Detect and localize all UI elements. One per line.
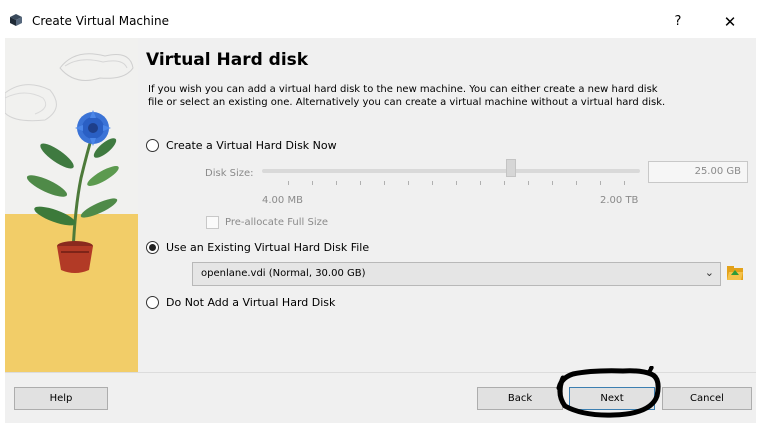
title-bar: Create Virtual Machine ? ✕ — [0, 0, 763, 38]
virtualbox-cube-icon — [10, 14, 22, 26]
plant-illustration — [5, 38, 138, 372]
existing-disk-selected: openlane.vdi (Normal, 30.00 GB) — [201, 268, 366, 279]
no-disk-label[interactable]: Do Not Add a Virtual Hard Disk — [166, 296, 335, 309]
preallocate-checkbox[interactable] — [206, 216, 219, 229]
disk-size-min-label: 4.00 MB — [262, 195, 303, 206]
folder-open-icon[interactable] — [726, 264, 744, 282]
help-button[interactable]: Help — [14, 387, 108, 410]
page-title: Virtual Hard disk — [146, 50, 309, 70]
disk-size-max-label: 2.00 TB — [600, 195, 639, 206]
disk-size-field[interactable]: 25.00 GB — [648, 161, 748, 183]
disk-size-slider-thumb[interactable] — [506, 159, 516, 177]
back-button[interactable]: Back — [477, 387, 563, 410]
wizard-illustration — [5, 38, 138, 372]
disk-size-slider-track[interactable] — [262, 169, 640, 173]
close-button[interactable]: ✕ — [720, 12, 740, 32]
hand-drawn-circle-annotation — [556, 366, 661, 418]
disk-size-value: 25.00 GB — [694, 166, 741, 177]
create-disk-radio[interactable] — [146, 139, 159, 152]
page-description: If you wish you can add a virtual hard d… — [148, 84, 666, 108]
existing-disk-dropdown[interactable]: openlane.vdi (Normal, 30.00 GB) ⌄ — [192, 262, 721, 286]
disk-size-label: Disk Size: — [205, 168, 254, 179]
chevron-down-icon: ⌄ — [704, 266, 714, 279]
wizard-content: Virtual Hard disk If you wish you can ad… — [138, 38, 756, 372]
help-title-button[interactable]: ? — [668, 12, 688, 32]
no-disk-radio[interactable] — [146, 296, 159, 309]
use-existing-label[interactable]: Use an Existing Virtual Hard Disk File — [166, 241, 369, 254]
window-title: Create Virtual Machine — [32, 14, 169, 28]
use-existing-radio[interactable] — [146, 241, 159, 254]
cancel-button[interactable]: Cancel — [662, 387, 752, 410]
create-disk-label[interactable]: Create a Virtual Hard Disk Now — [166, 139, 337, 152]
preallocate-label: Pre-allocate Full Size — [225, 217, 328, 228]
